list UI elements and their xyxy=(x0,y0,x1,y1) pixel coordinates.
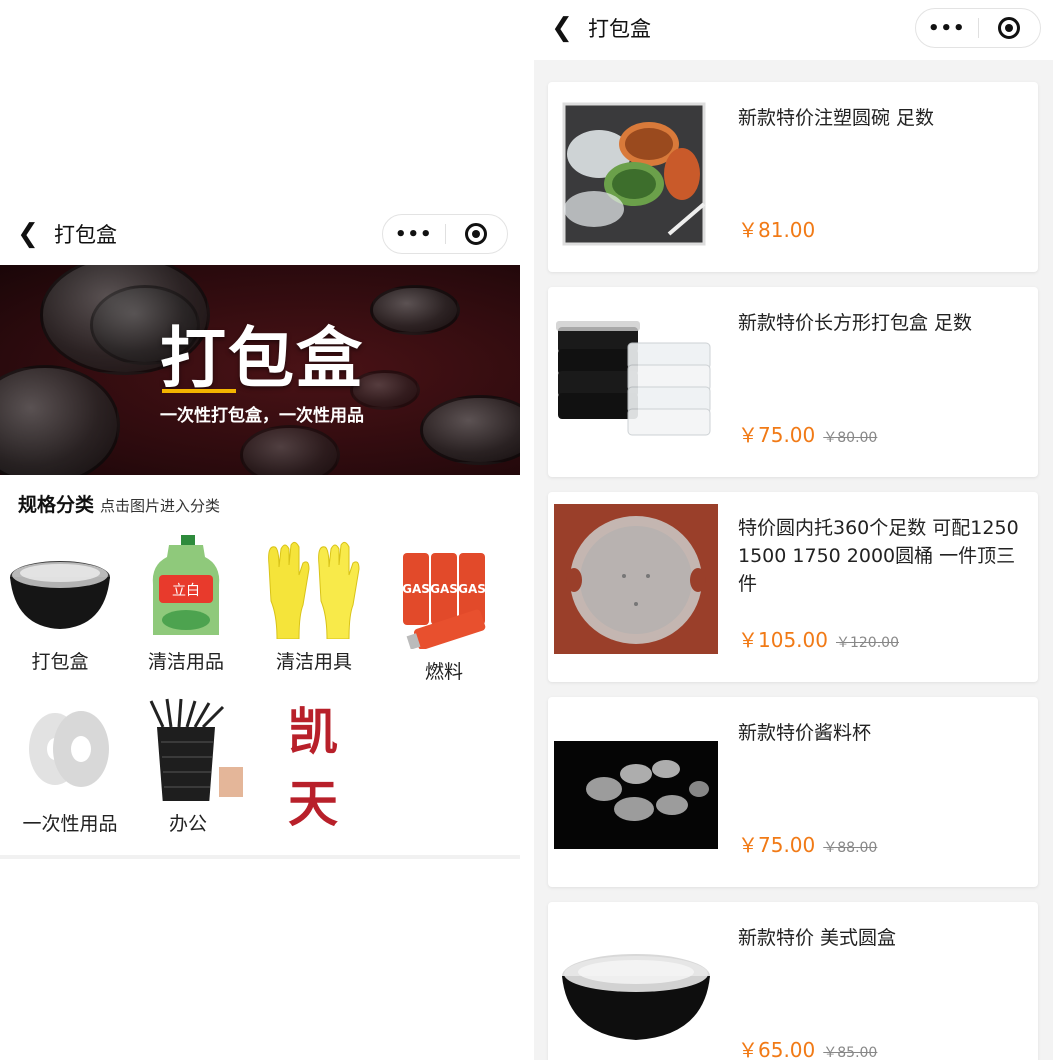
product-image xyxy=(554,709,718,869)
product-image xyxy=(554,94,718,254)
product-price: ￥81.00 xyxy=(738,214,815,243)
section-hint: 点击图片进入分类 xyxy=(100,497,221,515)
close-target-button[interactable] xyxy=(445,223,507,245)
chevron-left-icon[interactable]: ❮ xyxy=(8,221,48,247)
svg-text:GAS: GAS xyxy=(430,582,458,596)
svg-text:GAS: GAS xyxy=(458,582,486,596)
rubber-gloves-icon xyxy=(259,535,369,640)
category-label: 燃料 xyxy=(424,661,463,683)
original-price: ￥120.00 xyxy=(835,635,899,651)
svg-text:立白: 立白 xyxy=(172,583,200,599)
section-divider xyxy=(0,855,520,859)
product-name: 特价圆内托360个足数 可配1250 1500 1750 2000圆桶 一件顶三… xyxy=(738,517,1019,595)
product-card[interactable]: 特价圆内托360个足数 可配1250 1500 1750 2000圆桶 一件顶三… xyxy=(548,492,1038,682)
brand-logo: 凯 天 xyxy=(288,702,342,833)
bowl-icon xyxy=(5,535,115,639)
product-name: 新款特价长方形打包盒 足数 xyxy=(738,312,973,334)
current-price: ￥75.00 xyxy=(738,833,816,857)
category-item-packing-box[interactable]: 打包盒 xyxy=(0,535,120,674)
product-name: 新款特价酱料杯 xyxy=(738,722,872,744)
navigation-bar: ❮ 打包盒 ••• xyxy=(0,210,520,258)
gas-can-icon: GAS GAS GAS xyxy=(389,545,499,650)
category-label: 打包盒 xyxy=(31,651,89,673)
navigation-bar: ❮ 打包盒 ••• xyxy=(534,4,1053,52)
category-label: 一次性用品 xyxy=(22,813,118,835)
paper-roll-icon xyxy=(15,697,125,801)
current-price: ￥81.00 xyxy=(738,218,816,242)
product-image xyxy=(554,914,718,1060)
left-screen: ❮ 打包盒 ••• 打包盒 一次性打包盒，一次性用品 规格分类 点击图片进入分类 xyxy=(0,0,520,1060)
product-name: 新款特价 美式圆盒 xyxy=(738,927,897,949)
original-price: ￥80.00 xyxy=(823,430,878,446)
miniprogram-capsule: ••• xyxy=(382,214,508,254)
banner-accent-line xyxy=(162,389,236,393)
product-name: 新款特价注塑圆碗 足数 xyxy=(738,107,935,129)
product-card[interactable]: 新款特价长方形打包盒 足数 ￥75.00 ￥80.00 xyxy=(548,287,1038,477)
banner-subtitle: 一次性打包盒，一次性用品 xyxy=(160,406,364,426)
page-title: 打包盒 xyxy=(588,17,651,41)
product-price: ￥75.00 ￥88.00 xyxy=(738,829,877,858)
product-price: ￥75.00 ￥80.00 xyxy=(738,419,877,448)
section-header: 规格分类 点击图片进入分类 xyxy=(18,490,220,517)
original-price: ￥85.00 xyxy=(823,1045,878,1060)
more-menu-button[interactable]: ••• xyxy=(916,18,978,39)
section-title: 规格分类 xyxy=(18,494,95,516)
pen-holder-icon xyxy=(133,697,243,805)
product-card[interactable]: 新款特价酱料杯 ￥75.00 ￥88.00 xyxy=(548,697,1038,887)
current-price: ￥65.00 xyxy=(738,1038,816,1060)
banner-title: 打包盒 xyxy=(160,320,364,397)
product-price: ￥65.00 ￥85.00 xyxy=(738,1034,877,1060)
category-item-fuel[interactable]: GAS GAS GAS 燃料 xyxy=(384,545,504,684)
product-card[interactable]: 新款特价 美式圆盒 ￥65.00 ￥85.00 xyxy=(548,902,1038,1060)
category-label: 清洁用具 xyxy=(275,651,352,673)
category-label: 清洁用品 xyxy=(147,651,224,673)
miniprogram-capsule: ••• xyxy=(915,8,1041,48)
target-icon xyxy=(465,223,488,245)
chevron-left-icon[interactable]: ❮ xyxy=(542,15,582,41)
original-price: ￥88.00 xyxy=(823,840,878,856)
category-item-office[interactable]: 办公 xyxy=(128,697,248,836)
category-item-cleaning-tools[interactable]: 清洁用具 xyxy=(254,535,374,674)
close-target-button[interactable] xyxy=(978,17,1040,39)
current-price: ￥75.00 xyxy=(738,423,816,447)
category-label: 办公 xyxy=(168,813,207,835)
category-item-disposables[interactable]: 一次性用品 xyxy=(10,697,130,836)
page-title: 打包盒 xyxy=(54,223,117,247)
right-screen: ❮ 打包盒 ••• 新款特价注塑圆碗 足数 ￥81.00 新款特价长方形打包盒 … xyxy=(534,0,1053,1060)
product-card[interactable]: 新款特价注塑圆碗 足数 ￥81.00 xyxy=(548,82,1038,272)
svg-text:GAS: GAS xyxy=(402,582,430,596)
promo-banner[interactable]: 打包盒 一次性打包盒，一次性用品 xyxy=(0,265,520,475)
current-price: ￥105.00 xyxy=(738,628,828,652)
category-item-brand[interactable]: 凯 天 xyxy=(255,702,375,833)
detergent-bottle-icon: 立白 xyxy=(131,535,241,639)
product-image xyxy=(554,299,718,459)
product-image xyxy=(554,504,718,664)
category-item-cleaning-supplies[interactable]: 立白 清洁用品 xyxy=(126,535,246,674)
target-icon xyxy=(998,17,1021,39)
product-price: ￥105.00 ￥120.00 xyxy=(738,624,899,653)
more-menu-button[interactable]: ••• xyxy=(383,224,445,245)
